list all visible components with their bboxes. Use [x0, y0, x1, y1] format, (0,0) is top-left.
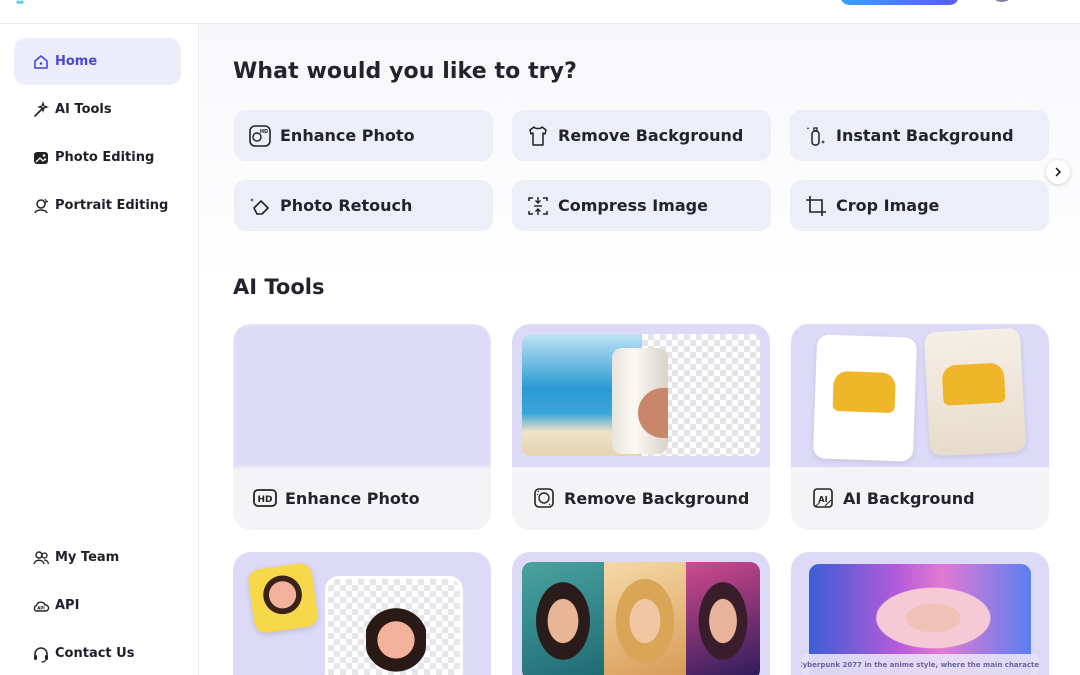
main-content: What would you like to try? HD Enhance P… — [200, 24, 1080, 675]
shirt-icon — [526, 124, 550, 148]
card-label-row: AI AI Background — [811, 486, 975, 510]
quick-action-label: Photo Retouch — [280, 196, 413, 215]
team-icon — [32, 549, 50, 567]
sidebar-item-label: My Team — [55, 550, 120, 565]
quick-action-label: Crop Image — [836, 196, 940, 215]
svg-text:HD: HD — [260, 129, 268, 135]
chevron-right-icon — [1053, 167, 1063, 177]
retouch-preview — [233, 552, 491, 675]
sidebar-item-my-team[interactable]: My Team — [14, 534, 181, 581]
avatar[interactable] — [990, 0, 1014, 2]
portrait-preview — [512, 552, 770, 675]
chair-scene-tile — [923, 327, 1027, 457]
hd-icon: HD — [253, 486, 277, 510]
page-heading: What would you like to try? — [233, 59, 577, 84]
quick-action-label: Compress Image — [558, 196, 708, 215]
enhance-icon: HD — [248, 124, 272, 148]
ai-background-preview — [791, 324, 1049, 467]
crop-icon — [804, 194, 828, 218]
bottle-sparkle-icon — [804, 124, 828, 148]
ai-bg-icon: AI — [811, 486, 835, 510]
top-bar — [0, 0, 1080, 24]
portrait-cutout-frame — [325, 576, 463, 675]
sidebar-item-photo-editing[interactable]: Photo Editing — [14, 134, 181, 181]
tool-card-ai-background[interactable]: AI AI Background — [791, 324, 1049, 530]
portrait-image-2 — [604, 562, 686, 675]
chair-white-tile — [812, 334, 918, 462]
sidebar-item-label: Photo Editing — [55, 150, 155, 165]
chair-image — [832, 370, 896, 414]
quick-action-compress-image[interactable]: Compress Image — [512, 180, 771, 231]
portrait-image-3 — [686, 562, 760, 675]
compress-icon — [526, 194, 550, 218]
sidebar: Home AI Tools Photo Editing Portrait Edi… — [0, 24, 199, 675]
sidebar-item-home[interactable]: Home — [14, 38, 181, 85]
primary-cta-button[interactable] — [840, 0, 959, 5]
quick-action-label: Remove Background — [558, 126, 744, 145]
quick-action-crop-image[interactable]: Crop Image — [790, 180, 1049, 231]
tool-card-portrait-preview[interactable] — [512, 552, 770, 675]
portrait-image-1 — [522, 562, 604, 675]
quick-action-photo-retouch[interactable]: Photo Retouch — [234, 180, 493, 231]
section-title-ai-tools: AI Tools — [233, 275, 325, 299]
svg-text:HD: HD — [257, 495, 272, 505]
sidebar-item-api[interactable]: API API — [14, 582, 181, 629]
remove-background-preview — [512, 324, 770, 467]
svg-text:API: API — [37, 605, 45, 610]
card-label: AI Background — [843, 488, 975, 508]
sidebar-item-label: Contact Us — [55, 646, 135, 661]
tool-card-anime-preview[interactable]: Cyberpunk 2077 in the anime style, where… — [791, 552, 1049, 675]
card-label: Remove Background — [564, 488, 750, 508]
card-label-row: Remove Background — [532, 486, 749, 510]
sidebar-item-label: Portrait Editing — [55, 198, 169, 213]
quick-action-remove-background[interactable]: Remove Background — [512, 110, 771, 161]
anime-preview: Cyberpunk 2077 in the anime style, where… — [791, 552, 1049, 675]
sidebar-item-label: API — [55, 598, 80, 613]
sidebar-item-contact-us[interactable]: Contact Us — [14, 630, 181, 675]
headset-icon — [32, 645, 50, 663]
sidebar-item-ai-tools[interactable]: AI Tools — [14, 86, 181, 133]
eraser-icon — [248, 194, 272, 218]
sidebar-item-label: Home — [55, 54, 98, 69]
can-product — [612, 348, 668, 454]
magic-wand-icon — [32, 100, 50, 119]
quick-action-label: Instant Background — [836, 126, 1014, 145]
prompt-caption: Cyberpunk 2077 in the anime style, where… — [801, 654, 1039, 675]
enhance-photo-preview — [233, 324, 491, 467]
tool-card-enhance-photo[interactable]: HD Enhance Photo — [233, 324, 491, 530]
portrait-before-thumb — [246, 561, 320, 635]
scroll-right-button[interactable] — [1046, 160, 1070, 184]
quick-action-enhance-photo[interactable]: HD Enhance Photo — [234, 110, 493, 161]
chair-image — [941, 362, 1006, 406]
home-icon — [32, 53, 50, 71]
card-label-row: HD Enhance Photo — [253, 486, 420, 510]
card-label: Enhance Photo — [285, 488, 420, 508]
logo-icon[interactable] — [14, 0, 26, 4]
sidebar-item-portrait-editing[interactable]: Portrait Editing — [14, 182, 181, 229]
image-edit-icon — [32, 149, 50, 167]
remove-bg-icon — [532, 486, 556, 510]
quick-action-instant-background[interactable]: Instant Background — [790, 110, 1049, 161]
tool-card-remove-background[interactable]: Remove Background — [512, 324, 770, 530]
tool-card-retouch-preview[interactable] — [233, 552, 491, 675]
api-cloud-icon: API — [32, 597, 50, 615]
quick-action-label: Enhance Photo — [280, 126, 415, 145]
sidebar-item-label: AI Tools — [55, 102, 112, 117]
portrait-icon — [32, 197, 50, 215]
